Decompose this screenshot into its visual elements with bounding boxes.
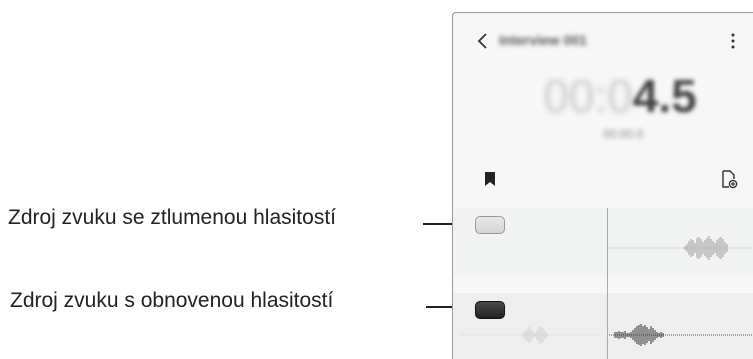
add-file-icon[interactable] — [720, 170, 738, 189]
bookmark-icon[interactable] — [483, 171, 497, 187]
back-icon[interactable] — [473, 31, 493, 51]
sub-timer: 00:00.0 — [602, 127, 644, 141]
timer-dim: 00:0 — [543, 70, 633, 122]
waveform-restored — [461, 324, 753, 346]
callout-muted-source: Zdroj zvuku se ztlumenou hlasitostí — [8, 206, 336, 229]
audio-track-muted[interactable] — [453, 208, 753, 276]
recording-title: Interview 001 — [499, 32, 587, 48]
audio-track-restored[interactable] — [453, 293, 753, 359]
playhead[interactable] — [607, 208, 608, 359]
top-bar: Interview 001 — [453, 27, 753, 55]
callout-restored-source: Zdroj zvuku s obnovenou hlasitostí — [10, 289, 334, 312]
waveform-muted — [609, 236, 753, 260]
phone-screen: Interview 001 00:04.5 00:00.0 — [452, 12, 753, 359]
more-icon[interactable] — [728, 31, 738, 51]
timer-bright: 4.5 — [632, 70, 697, 122]
elapsed-timer: 00:04.5 — [525, 69, 715, 123]
